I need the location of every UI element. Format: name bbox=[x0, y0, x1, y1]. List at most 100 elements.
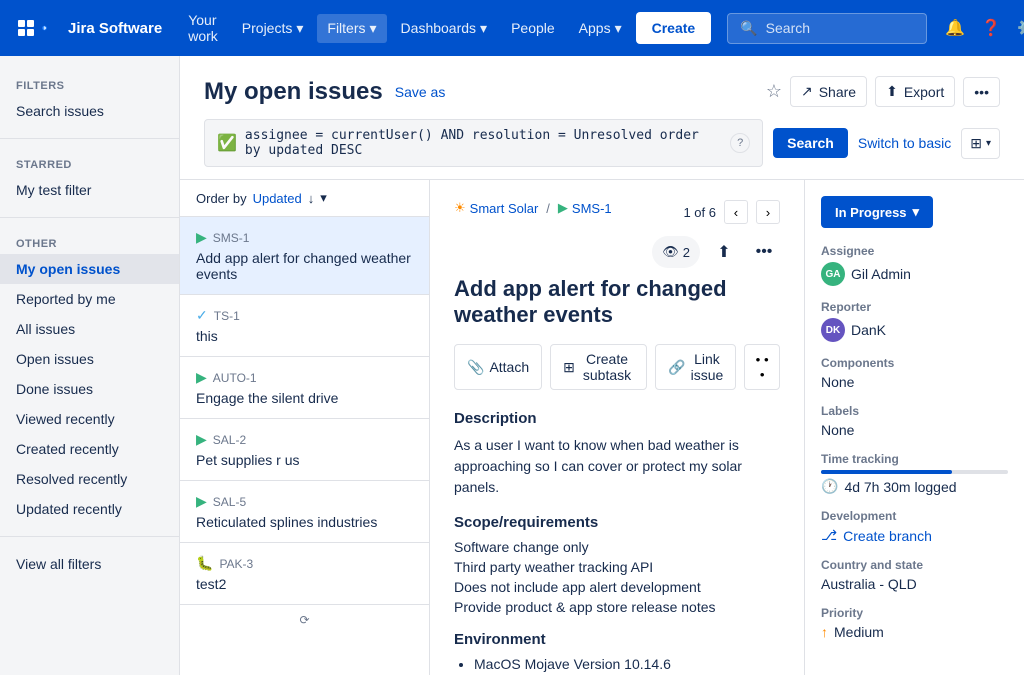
breadcrumb-project[interactable]: ☀ Smart Solar bbox=[454, 200, 538, 216]
nav-icons: 🔔 ❓ ⚙️ GA bbox=[939, 12, 1024, 44]
issue-summary: Add app alert for changed weather events bbox=[196, 250, 413, 282]
reporter-avatar: DK bbox=[821, 318, 845, 342]
share-issue-button[interactable]: ⬆ bbox=[708, 236, 740, 268]
issue-item-sal-5[interactable]: ▶ SAL-5 Reticulated splines industries bbox=[180, 481, 429, 543]
task-icon: ✓ bbox=[196, 307, 208, 324]
app-name: Jira Software bbox=[68, 20, 162, 37]
export-button[interactable]: ⬆ Export bbox=[875, 76, 955, 107]
save-as-link[interactable]: Save as bbox=[395, 84, 446, 100]
share-icon: ↗ bbox=[801, 83, 813, 100]
dashboards-link[interactable]: Dashboards ▾ bbox=[391, 14, 498, 43]
settings-icon[interactable]: ⚙️ bbox=[1011, 12, 1024, 44]
more-issue-options-button[interactable]: ••• bbox=[748, 236, 780, 268]
issue-summary: test2 bbox=[196, 576, 413, 592]
time-bar bbox=[821, 470, 1008, 474]
export-icon: ⬆ bbox=[886, 83, 898, 100]
jql-help-icon[interactable]: ? bbox=[730, 133, 750, 153]
assignee-value: GA Gil Admin bbox=[821, 262, 1008, 286]
sidebar-item-all-issues[interactable]: All issues bbox=[0, 314, 179, 344]
toolbar-more-button[interactable]: • • • bbox=[744, 344, 780, 390]
reporter-value: DK DanK bbox=[821, 318, 1008, 342]
global-search-bar[interactable]: 🔍 Search bbox=[727, 13, 927, 44]
priority-field: Priority ↑ Medium bbox=[821, 606, 1008, 640]
priority-label: Priority bbox=[821, 606, 1008, 620]
prev-issue-button[interactable]: ‹ bbox=[724, 200, 748, 224]
order-field-updated[interactable]: Updated bbox=[253, 191, 302, 206]
watch-button[interactable]: 👁 2 bbox=[652, 236, 700, 268]
your-work-link[interactable]: Your work bbox=[178, 6, 228, 50]
issues-list-header: Order by Updated ↓ ▾ bbox=[180, 180, 429, 217]
assignee-field: Assignee GA Gil Admin bbox=[821, 244, 1008, 286]
assignee-label: Assignee bbox=[821, 244, 1008, 258]
issue-item-sal-2[interactable]: ▶ SAL-2 Pet supplies r us bbox=[180, 419, 429, 481]
environment-list: MacOS Mojave Version 10.14.6 bbox=[454, 656, 780, 672]
country-value: Australia - QLD bbox=[821, 576, 1008, 592]
project-icon: ☀ bbox=[454, 200, 466, 216]
reporter-name: DanK bbox=[851, 322, 886, 338]
priority-value: ↑ Medium bbox=[821, 624, 1008, 640]
people-link[interactable]: People bbox=[501, 14, 565, 42]
create-branch-link[interactable]: ⎇ Create branch bbox=[821, 527, 1008, 544]
components-field: Components None bbox=[821, 356, 1008, 390]
description-text: As a user I want to know when bad weathe… bbox=[454, 435, 780, 498]
order-by-label: Order by bbox=[196, 191, 247, 206]
scope-item-3: Does not include app alert development bbox=[454, 579, 780, 595]
help-icon[interactable]: ❓ bbox=[975, 12, 1007, 44]
labels-field: Labels None bbox=[821, 404, 1008, 438]
sidebar-item-created-recently[interactable]: Created recently bbox=[0, 434, 179, 464]
status-button[interactable]: In Progress ▾ bbox=[821, 196, 933, 228]
sidebar-item-viewed-recently[interactable]: Viewed recently bbox=[0, 404, 179, 434]
eye-icon: 👁 bbox=[662, 244, 679, 260]
order-chevron-icon[interactable]: ▾ bbox=[320, 190, 327, 206]
jql-search-button[interactable]: Search bbox=[773, 128, 848, 158]
issue-item-pak-3[interactable]: 🐛 PAK-3 test2 bbox=[180, 543, 429, 605]
breadcrumb: ☀ Smart Solar / ▶ SMS-1 bbox=[454, 200, 612, 216]
breadcrumb-issue-key[interactable]: ▶ SMS-1 bbox=[558, 200, 612, 216]
status-chevron-icon: ▾ bbox=[913, 204, 920, 220]
pagination: 1 of 6 ‹ › bbox=[683, 200, 780, 224]
issue-item-ts-1[interactable]: ✓ TS-1 this bbox=[180, 295, 429, 357]
other-section-label: OTHER bbox=[0, 230, 179, 254]
page-header: My open issues Save as ☆ ↗ Share ⬆ Expor… bbox=[180, 56, 1024, 180]
sidebar-item-reported-by-me[interactable]: Reported by me bbox=[0, 284, 179, 314]
issue-item-sms-1[interactable]: ▶ SMS-1 Add app alert for changed weathe… bbox=[180, 217, 429, 295]
sidebar-item-my-test-filter[interactable]: My test filter bbox=[0, 175, 179, 205]
projects-link[interactable]: Projects ▾ bbox=[232, 14, 314, 43]
sidebar-item-search-issues[interactable]: Search issues bbox=[0, 96, 179, 126]
view-toggle-chevron-icon: ▾ bbox=[986, 138, 991, 149]
story-icon: ▶ bbox=[196, 229, 207, 246]
jql-bar: ✅ assignee = currentUser() AND resolutio… bbox=[204, 119, 763, 167]
sidebar-item-open-issues[interactable]: Open issues bbox=[0, 344, 179, 374]
attach-button[interactable]: 📎 Attach bbox=[454, 344, 542, 390]
switch-to-basic-link[interactable]: Switch to basic bbox=[858, 135, 951, 151]
sidebar-item-done-issues[interactable]: Done issues bbox=[0, 374, 179, 404]
view-toggle[interactable]: ⊞ ▾ bbox=[961, 128, 1000, 159]
issue-key-row: ▶ SAL-2 bbox=[196, 431, 413, 448]
issue-item-auto-1[interactable]: ▶ AUTO-1 Engage the silent drive bbox=[180, 357, 429, 419]
share-button[interactable]: ↗ Share bbox=[790, 76, 867, 107]
issue-toolbar: 📎 Attach ⊞ Create subtask 🔗 Link issue •… bbox=[454, 344, 780, 390]
sidebar-item-view-all-filters[interactable]: View all filters bbox=[0, 549, 179, 579]
more-options-button[interactable]: ••• bbox=[963, 77, 1000, 107]
filters-link[interactable]: Filters ▾ bbox=[317, 14, 386, 43]
components-label: Components bbox=[821, 356, 1008, 370]
create-subtask-button[interactable]: ⊞ Create subtask bbox=[550, 344, 647, 390]
time-tracking-field: Time tracking 🕐 4d 7h 30m logged bbox=[821, 452, 1008, 495]
issue-summary: Reticulated splines industries bbox=[196, 514, 413, 530]
apps-chevron-icon: ▾ bbox=[615, 20, 622, 37]
sidebar-item-resolved-recently[interactable]: Resolved recently bbox=[0, 464, 179, 494]
share-label: Share bbox=[819, 84, 856, 100]
loading-spinner: ⟳ bbox=[180, 605, 429, 635]
pagination-text: 1 of 6 bbox=[683, 205, 716, 220]
link-issue-button[interactable]: 🔗 Link issue bbox=[655, 344, 736, 390]
scope-item-4: Provide product & app store release note… bbox=[454, 599, 780, 615]
notifications-icon[interactable]: 🔔 bbox=[939, 12, 971, 44]
sidebar-item-updated-recently[interactable]: Updated recently bbox=[0, 494, 179, 524]
create-button[interactable]: Create bbox=[636, 12, 712, 44]
next-issue-button[interactable]: › bbox=[756, 200, 780, 224]
app-logo[interactable]: Jira Software bbox=[16, 18, 162, 38]
star-button[interactable]: ☆ bbox=[766, 81, 782, 102]
sidebar-item-my-open-issues[interactable]: My open issues bbox=[0, 254, 179, 284]
development-field: Development ⎇ Create branch bbox=[821, 509, 1008, 544]
apps-link[interactable]: Apps ▾ bbox=[569, 14, 632, 43]
